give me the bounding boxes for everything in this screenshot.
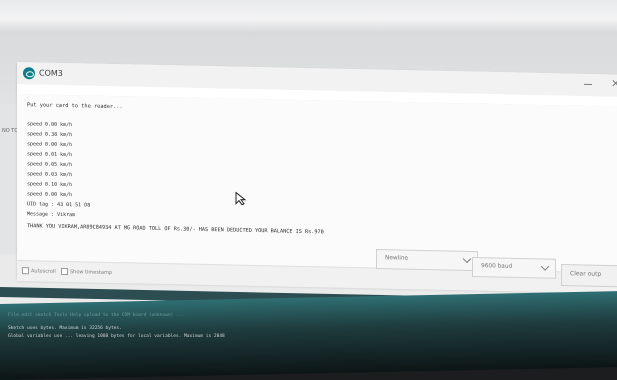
serial-output: Put your card to the reader... speed 0.0…: [17, 94, 617, 273]
output-line: speed 0.00 km/h: [27, 191, 73, 199]
ide-console-line: Global variables use ... leaving 1088 by…: [8, 334, 225, 339]
checkbox-icon[interactable]: [22, 267, 29, 275]
baud-rate-value: 9600 baud: [481, 263, 513, 270]
mouse-cursor-icon: [235, 191, 247, 206]
baud-rate-select[interactable]: 9600 baud: [472, 257, 556, 279]
output-line: speed 0.10 km/h: [27, 181, 73, 189]
left-editor-text: NO TO: [2, 128, 19, 134]
output-line: UID tag : 43 01 51 D8: [27, 201, 91, 209]
ide-console-line: Sketch uses bytes. Maximum is 32256 byte…: [8, 326, 122, 331]
clear-output-label: Clear outp: [570, 270, 602, 278]
checkbox-icon[interactable]: [61, 267, 68, 276]
autoscroll-label: Autoscroll: [31, 267, 56, 275]
close-icon[interactable]: ×: [611, 76, 617, 89]
output-line: speed 0.03 km/h: [27, 171, 73, 179]
ide-console-line: File edit sketch Tools Help upload to th…: [8, 313, 185, 318]
minimize-icon[interactable]: [583, 79, 595, 89]
output-line: Message : Vikram: [27, 211, 76, 219]
show-timestamp-label: Show timestamp: [70, 268, 113, 276]
clear-output-button[interactable]: Clear outp: [561, 264, 617, 288]
window-title: COM3: [39, 68, 63, 78]
chevron-down-icon: [540, 262, 550, 271]
monitor-bezel-top: [0, 0, 617, 34]
line-ending-select[interactable]: Newline: [376, 249, 478, 272]
output-line: speed 0.38 km/h: [27, 131, 73, 139]
show-timestamp-checkbox[interactable]: Show timestamp: [61, 267, 113, 276]
output-line: speed 0.00 km/h: [27, 141, 73, 149]
line-ending-value: Newline: [385, 255, 409, 262]
autoscroll-checkbox[interactable]: Autoscroll: [22, 267, 56, 275]
output-line: speed 0.05 km/h: [27, 161, 73, 169]
chevron-down-icon: [462, 254, 472, 264]
output-line: THANK YOU VIKRAM,AR09C84934 AT MG ROAD T…: [27, 223, 324, 236]
arduino-icon: [23, 67, 35, 80]
output-line: speed 0.01 km/h: [27, 151, 73, 159]
output-line: Put your card to the reader...: [27, 102, 123, 111]
output-line: speed 0.00 km/h: [27, 121, 73, 129]
